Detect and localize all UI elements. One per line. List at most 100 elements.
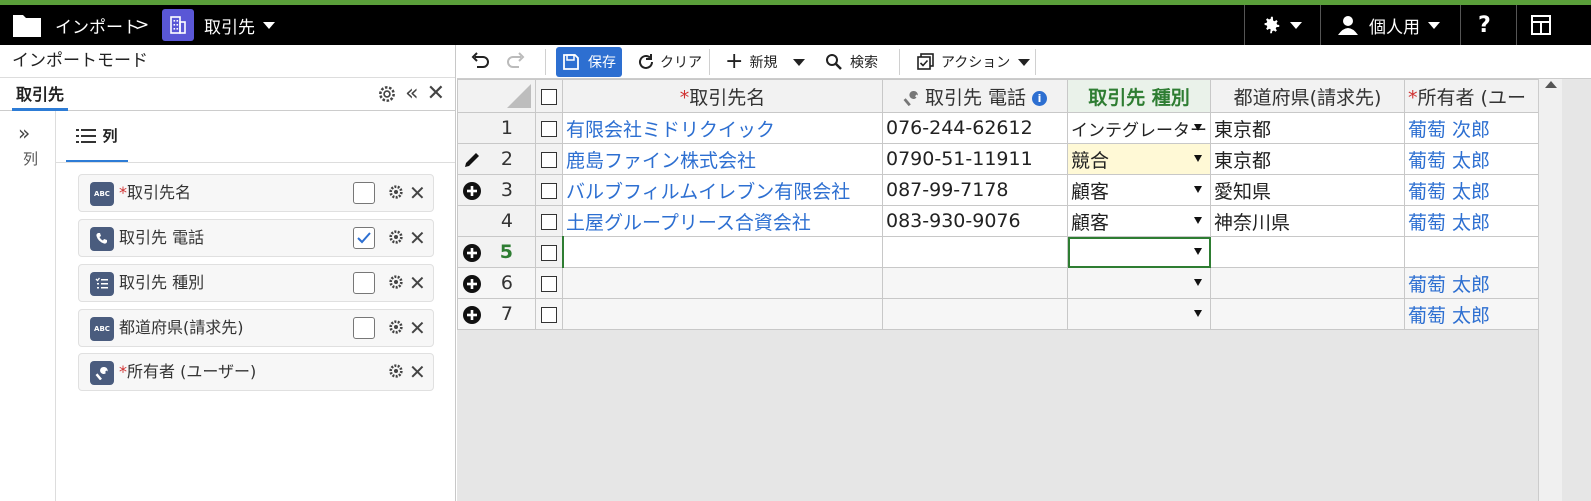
row-number[interactable]: 5 [457,236,536,268]
row-number[interactable]: 7 [457,298,536,330]
rail-label[interactable]: 列 [20,151,41,166]
cell-phone[interactable]: 083-930-9076 [882,205,1068,237]
column-header-prefecture[interactable]: 都道府県(請求先) [1210,79,1405,113]
cell-phone[interactable] [882,236,1068,268]
cell-type[interactable]: 競合 [1067,143,1211,175]
tab-columns[interactable]: 列 [66,111,128,163]
close-icon[interactable]: ✕ [409,316,426,340]
column-header-phone[interactable]: 取引先 電話 i [882,79,1068,113]
row-number[interactable]: 3 [457,174,536,206]
cell-name[interactable] [562,267,883,299]
undo-button[interactable] [469,47,491,77]
user-menu[interactable]: 個人用 [1337,5,1440,45]
clear-button[interactable]: クリア [637,47,702,77]
row-checkbox[interactable] [535,174,563,206]
search-button[interactable]: 検索 [825,47,878,77]
cell-phone[interactable]: 087-99-7178 [882,174,1068,206]
cell-prefecture[interactable]: 東京都 [1210,112,1405,144]
cell-name[interactable]: 有限会社ミドリクイック [562,112,883,144]
expand-right-icon[interactable]: » [18,121,30,145]
close-icon[interactable]: ✕ [409,360,426,384]
vertical-scrollbar[interactable] [1538,79,1562,501]
cell-type-selected[interactable] [1067,236,1211,268]
select-all-checkbox[interactable] [535,79,563,113]
new-button[interactable]: + 新規 [725,47,806,77]
field-card[interactable]: ABC *取引先名 ✕ [78,174,434,212]
close-icon[interactable]: ✕ [409,226,426,250]
cell-prefecture[interactable] [1210,236,1405,268]
field-card[interactable]: *所有者 (ユーザー) ✕ [78,353,434,391]
redo-button[interactable] [505,47,527,77]
gear-icon[interactable] [388,274,404,290]
breadcrumb-root[interactable]: インポート [55,5,140,45]
cell-owner[interactable]: 葡萄 太郎 [1404,205,1539,237]
row-checkbox[interactable] [535,298,563,330]
cell-phone[interactable] [882,267,1068,299]
cell-name[interactable]: 鹿島ファイン株式会社 [562,143,883,175]
gear-icon[interactable] [388,319,404,335]
cell-type[interactable]: 顧客 [1067,205,1211,237]
cell-prefecture[interactable]: 神奈川県 [1210,205,1405,237]
row-checkbox[interactable] [535,143,563,175]
action-button[interactable]: アクション [917,47,1031,77]
column-header-owner[interactable]: *所有者 (ユー [1404,79,1539,113]
cell-owner[interactable]: 葡萄 太郎 [1404,298,1539,330]
row-checkbox[interactable] [535,112,563,144]
cell-owner[interactable]: 葡萄 次郎 [1404,112,1539,144]
field-card[interactable]: 取引先 種別 ✕ [78,264,434,302]
folder-icon[interactable] [12,5,42,45]
cell-phone[interactable] [882,298,1068,330]
cell-name[interactable]: バルブフィルムイレブン有限会社 [562,174,883,206]
cell-phone[interactable]: 076-244-62612 [882,112,1068,144]
cell-prefecture[interactable]: 東京都 [1210,143,1405,175]
corner-cell[interactable] [457,79,536,113]
close-icon[interactable]: ✕ [427,83,445,105]
row-number[interactable]: 4 [457,205,536,237]
gear-icon[interactable] [377,84,397,104]
tab-account[interactable]: 取引先 [12,78,69,111]
cell-owner[interactable]: 葡萄 太郎 [1404,267,1539,299]
row-checkbox[interactable] [535,267,563,299]
row-number[interactable]: 2 [457,143,536,175]
field-checkbox[interactable] [353,317,375,339]
row-checkbox[interactable] [535,236,563,268]
object-selector[interactable]: 取引先 [162,5,275,45]
settings-menu[interactable] [1260,5,1302,45]
field-card[interactable]: 取引先 電話 ✕ [78,219,434,257]
info-icon[interactable]: i [1032,90,1048,106]
cell-type[interactable]: インテグレーター [1067,112,1211,144]
gear-icon[interactable] [388,363,404,379]
collapse-left-icon[interactable]: « [405,83,418,105]
row-number[interactable]: 1 [457,112,536,144]
cell-name[interactable] [562,298,883,330]
scroll-up-icon[interactable] [1545,81,1557,88]
close-icon[interactable]: ✕ [409,181,426,205]
field-card[interactable]: ABC 都道府県(請求先) ✕ [78,309,434,347]
column-header-type[interactable]: 取引先 種別 [1067,79,1211,113]
field-checkbox[interactable] [353,227,375,249]
cell-type[interactable] [1067,267,1211,299]
layout-button[interactable] [1530,5,1552,45]
close-icon[interactable]: ✕ [409,271,426,295]
cell-type[interactable] [1067,298,1211,330]
cell-prefecture[interactable] [1210,267,1405,299]
save-button[interactable]: 保存 [556,47,622,77]
cell-owner[interactable] [1404,236,1539,268]
cell-type[interactable]: 顧客 [1067,174,1211,206]
cell-name[interactable]: 土屋グループリース合資会社 [562,205,883,237]
cell-owner[interactable]: 葡萄 太郎 [1404,143,1539,175]
column-header-name[interactable]: *取引先名 [562,79,883,113]
field-checkbox[interactable] [353,182,375,204]
cell-prefecture[interactable]: 愛知県 [1210,174,1405,206]
cell-phone[interactable]: 0790-51-11911 [882,143,1068,175]
cell-owner[interactable]: 葡萄 太郎 [1404,174,1539,206]
gear-icon[interactable] [388,184,404,200]
row-checkbox[interactable] [535,205,563,237]
gear-icon[interactable] [388,229,404,245]
field-checkbox[interactable] [353,272,375,294]
cell-prefecture[interactable] [1210,298,1405,330]
help-button[interactable]: ? [1478,5,1491,45]
cell-name[interactable] [561,236,883,268]
chevron-down-icon[interactable] [793,58,806,66]
row-number[interactable]: 6 [457,267,536,299]
